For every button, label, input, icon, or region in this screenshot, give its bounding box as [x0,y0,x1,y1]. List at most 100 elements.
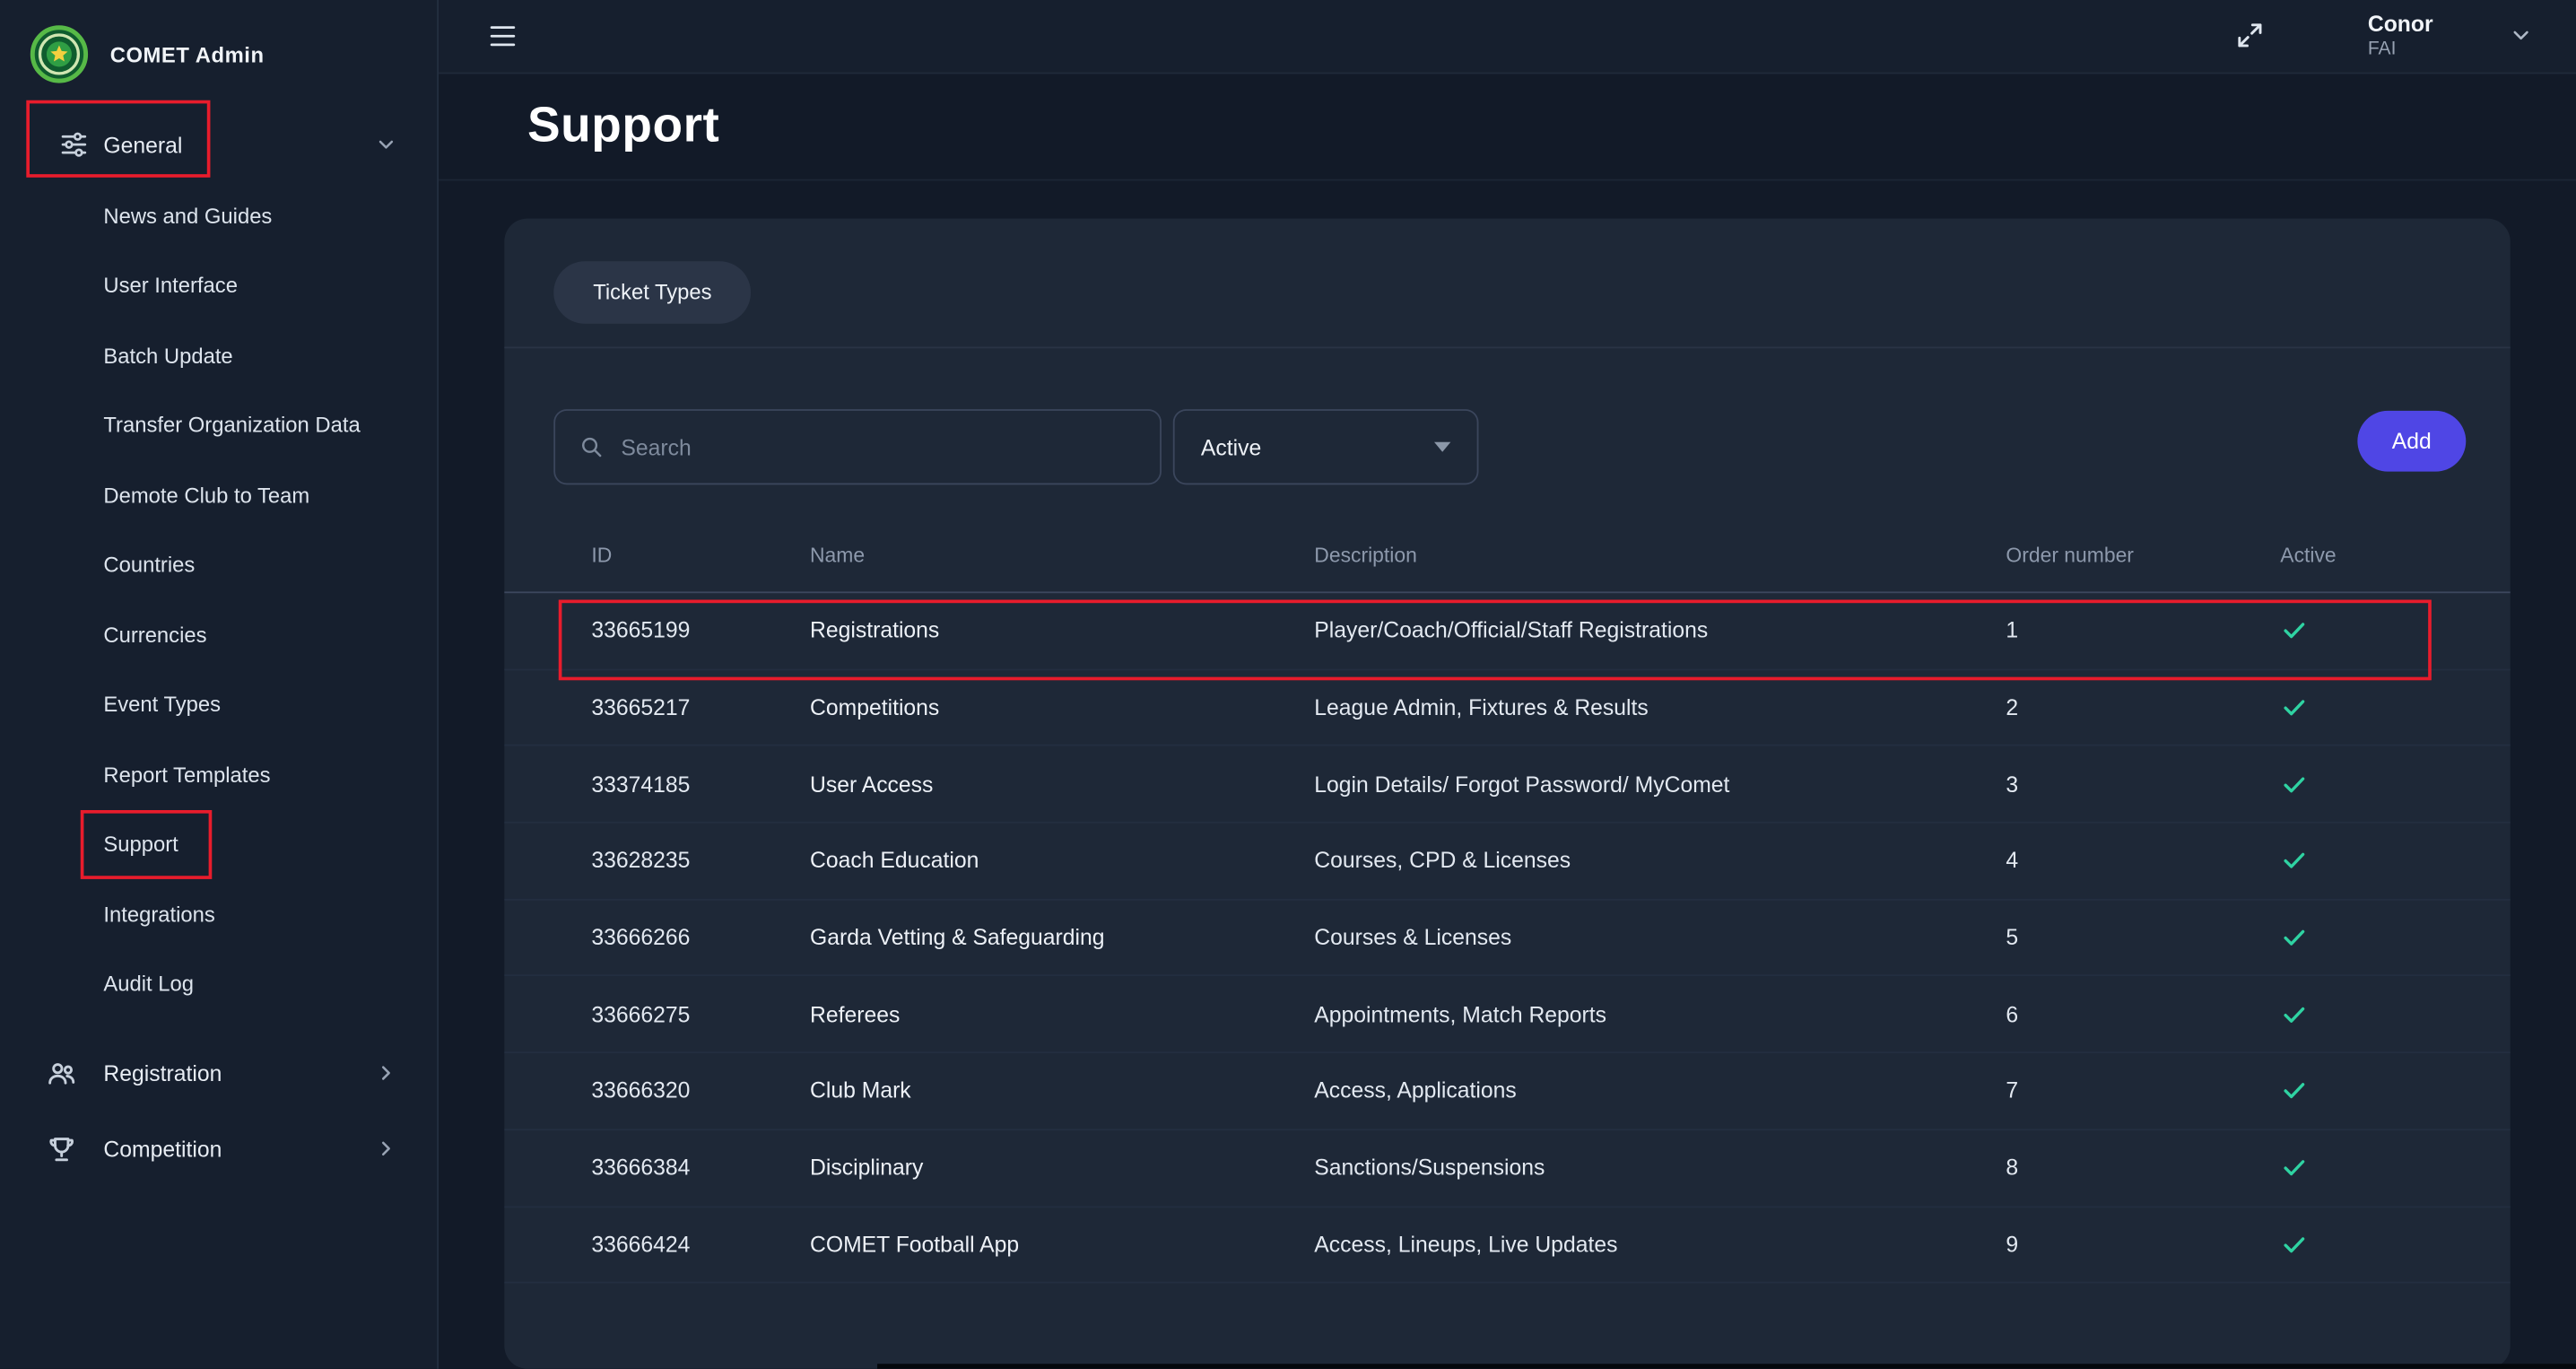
ticket-types-table: ID Name Description Order number Active … [504,518,2510,1284]
check-icon [2280,693,2460,721]
page-header: Support [439,74,2576,181]
card-tabs: Ticket Types [504,261,2510,324]
check-icon [2280,1000,2460,1028]
user-menu[interactable]: Conor FAI [2368,9,2433,62]
cell-id: 33666424 [591,1232,810,1256]
caret-down-icon [1434,442,1450,452]
cell-name: Club Mark [810,1078,1314,1103]
table-row[interactable]: 33665217 Competitions League Admin, Fixt… [504,670,2510,747]
menu-icon[interactable] [484,21,520,50]
status-filter-select[interactable]: Active [1173,409,1479,484]
table-row[interactable]: 33665199 Registrations Player/Coach/Offi… [504,593,2510,670]
brand: COMET Admin [0,0,437,109]
topbar-right: Conor FAI [2234,9,2533,62]
column-header-description: Description [1314,543,2006,566]
search-input[interactable] [621,434,1136,458]
cell-order: 5 [2006,925,2280,949]
check-icon [2280,1077,2460,1105]
sidebar-item-demote-club-to-team[interactable]: Demote Club to Team [0,460,437,530]
cell-description: Player/Coach/Official/Staff Registration… [1314,618,2006,642]
sidebar-item-event-types[interactable]: Event Types [0,669,437,739]
chevron-right-icon [375,1061,398,1085]
cell-id: 33665199 [591,618,810,642]
add-button[interactable]: Add [2357,411,2466,472]
cell-name: Registrations [810,618,1314,642]
card-divider [504,346,2510,348]
cell-order: 4 [2006,849,2280,873]
user-name: Conor [2368,9,2433,38]
sidebar-item-currencies[interactable]: Currencies [0,600,437,670]
fullscreen-icon[interactable] [2234,21,2266,52]
sidebar-item-integrations[interactable]: Integrations [0,879,437,949]
table-row[interactable]: 33666320 Club Mark Access, Applications … [504,1053,2510,1130]
topbar: Conor FAI [439,0,2576,74]
search-box [553,409,1162,484]
cell-id: 33666320 [591,1078,810,1103]
table-row[interactable]: 33666424 COMET Football App Access, Line… [504,1207,2510,1284]
sidebar-group-general-label: General [103,132,182,156]
column-header-id: ID [591,543,810,566]
cell-description: Courses, CPD & Licenses [1314,849,2006,873]
table-controls: Active Add [504,409,2510,484]
check-icon [2280,771,2460,798]
table-row[interactable]: 33628235 Coach Education Courses, CPD & … [504,824,2510,901]
trophy-icon [46,1133,77,1164]
table-header-row: ID Name Description Order number Active [504,518,2510,593]
column-header-order-number: Order number [2006,543,2280,566]
table-row[interactable]: 33666384 Disciplinary Sanctions/Suspensi… [504,1130,2510,1208]
cell-description: Courses & Licenses [1314,925,2006,949]
cell-description: Sanctions/Suspensions [1314,1155,2006,1180]
cell-id: 33666384 [591,1155,810,1180]
sidebar-item-user-interface[interactable]: User Interface [0,250,437,320]
cell-name: COMET Football App [810,1232,1314,1256]
cell-name: Garda Vetting & Safeguarding [810,925,1314,949]
sidebar-group-registration[interactable]: Registration [0,1035,437,1111]
cell-name: Referees [810,1002,1314,1026]
table-row[interactable]: 33374185 User Access Login Details/ Forg… [504,746,2510,824]
main-area: Conor FAI Support Ticket Types [439,0,2576,1369]
page-title: Support [527,99,719,154]
sidebar-group-general[interactable]: General [0,109,437,181]
sidebar-group-registration-label: Registration [103,1060,222,1085]
sidebar-item-news-and-guides[interactable]: News and Guides [0,180,437,250]
sidebar-group-competition[interactable]: Competition [0,1111,437,1186]
column-header-name: Name [810,543,1314,566]
chevron-down-icon [375,133,398,156]
sidebar-group-competition-label: Competition [103,1137,222,1161]
cell-name: Disciplinary [810,1155,1314,1180]
sidebar-item-audit-log[interactable]: Audit Log [0,949,437,1019]
cell-order: 2 [2006,695,2280,719]
user-organization: FAI [2368,38,2433,62]
cell-description: Login Details/ Forgot Password/ MyComet [1314,772,2006,796]
status-filter-value: Active [1201,434,1261,458]
app-title: COMET Admin [110,42,265,66]
cell-order: 9 [2006,1232,2280,1256]
check-icon [2280,1154,2460,1182]
cell-description: Access, Applications [1314,1078,2006,1103]
tab-ticket-types[interactable]: Ticket Types [553,261,751,324]
chevron-down-icon[interactable] [2509,23,2533,48]
sidebar-subnav-general: News and Guides User Interface Batch Upd… [0,180,437,1018]
cell-id: 33666266 [591,925,810,949]
cell-order: 7 [2006,1078,2280,1103]
cell-description: Appointments, Match Reports [1314,1002,2006,1026]
comet-logo-icon [30,24,89,83]
app-root: COMET Admin General News and Guides [0,0,2576,1369]
cell-order: 3 [2006,772,2280,796]
sidebar-item-transfer-organization-data[interactable]: Transfer Organization Data [0,390,437,460]
sidebar-item-report-templates[interactable]: Report Templates [0,739,437,809]
cell-id: 33665217 [591,695,810,719]
cell-name: Coach Education [810,849,1314,873]
cell-description: Access, Lineups, Live Updates [1314,1232,2006,1256]
check-icon [2280,847,2460,875]
cell-id: 33628235 [591,849,810,873]
sidebar-item-batch-update[interactable]: Batch Update [0,320,437,390]
chevron-right-icon [375,1137,398,1160]
check-icon [2280,616,2460,644]
table-row[interactable]: 33666266 Garda Vetting & Safeguarding Co… [504,900,2510,977]
table-row[interactable]: 33666275 Referees Appointments, Match Re… [504,977,2510,1054]
sidebar-item-support[interactable]: Support [0,809,437,879]
sidebar-item-countries[interactable]: Countries [0,530,437,600]
page-content: Ticket Types Active [439,180,2576,1368]
search-icon [579,434,605,460]
